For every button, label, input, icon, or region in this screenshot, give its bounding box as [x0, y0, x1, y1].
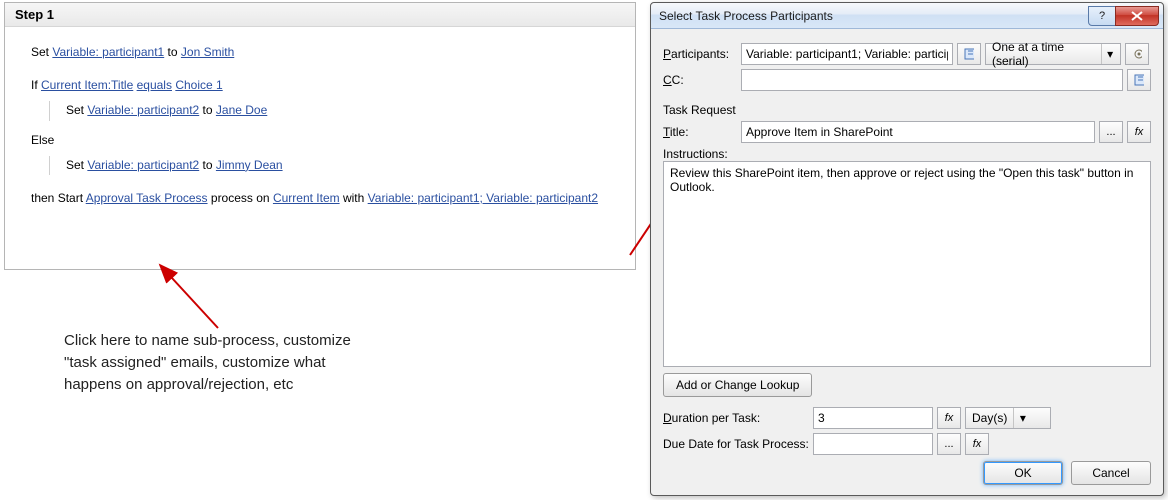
link-user-jane[interactable]: Jane Doe: [216, 103, 267, 117]
due-date-ellipsis-button[interactable]: ...: [937, 433, 961, 455]
step-title: Step 1: [5, 3, 635, 27]
link-user-jon[interactable]: Jon Smith: [181, 45, 234, 59]
dialog-title: Select Task Process Participants: [659, 9, 1089, 23]
annotation-line-1: Click here to name sub-process, customiz…: [64, 330, 404, 352]
dialog-footer: OK Cancel: [983, 461, 1151, 485]
set-keyword: Set: [66, 158, 84, 172]
step-body: Set Variable: participant1 to Jon Smith …: [5, 27, 635, 226]
title-fx-button[interactable]: fx: [1127, 121, 1151, 143]
duration-fx-button[interactable]: fx: [937, 407, 961, 429]
then-start-text: then Start: [31, 191, 83, 205]
link-user-jimmy[interactable]: Jimmy Dean: [216, 158, 283, 172]
label-cc: CC:: [663, 73, 741, 87]
ok-button[interactable]: OK: [983, 461, 1063, 485]
address-book-icon: [1134, 73, 1144, 87]
to-keyword: to: [203, 158, 213, 172]
participant-order-value: One at a time (serial): [992, 40, 1095, 68]
instructions-text: Review this SharePoint item, then approv…: [670, 166, 1133, 194]
condition-if[interactable]: If Current Item:Title equals Choice 1: [31, 76, 609, 95]
set-keyword: Set: [66, 103, 84, 117]
address-book-button[interactable]: [957, 43, 981, 65]
dialog-titlebar[interactable]: Select Task Process Participants ?: [651, 3, 1163, 29]
instructions-textarea[interactable]: Review this SharePoint item, then approv…: [663, 161, 1151, 367]
else-keyword-row[interactable]: Else: [31, 131, 609, 150]
row-add-lookup: Add or Change Lookup: [663, 373, 1151, 397]
annotation-line-2: "task assigned" emails, customize what: [64, 352, 404, 374]
workflow-step-panel: Step 1 Set Variable: participant1 to Jon…: [4, 2, 636, 270]
close-icon: [1131, 11, 1143, 21]
link-field-title[interactable]: Current Item:Title: [41, 78, 133, 92]
label-duration: Duration per Task:: [663, 411, 813, 425]
row-duration: Duration per Task: fx Day(s) ▾: [663, 407, 1151, 429]
action-set-p2-jane[interactable]: Set Variable: participant2 to Jane Doe: [66, 101, 609, 120]
label-instructions: Instructions:: [663, 147, 1151, 161]
link-current-item[interactable]: Current Item: [273, 191, 340, 205]
close-button[interactable]: [1115, 6, 1159, 26]
gear-icon: [1132, 47, 1142, 61]
help-button[interactable]: ?: [1088, 6, 1116, 26]
participant-order-dropdown[interactable]: One at a time (serial) ▾: [985, 43, 1121, 65]
link-var-p2-b[interactable]: Variable: participant2: [87, 158, 199, 172]
add-or-change-lookup-button[interactable]: Add or Change Lookup: [663, 373, 812, 397]
annotation-text: Click here to name sub-process, customiz…: [64, 330, 404, 395]
chevron-down-icon: ▾: [1101, 44, 1118, 64]
dialog-select-task-participants: Select Task Process Participants ? Parti…: [650, 2, 1164, 496]
duration-unit-value: Day(s): [972, 411, 1007, 425]
participants-options-button[interactable]: [1125, 43, 1149, 65]
duration-unit-dropdown[interactable]: Day(s) ▾: [965, 407, 1051, 429]
action-start-approval[interactable]: then Start Approval Task Process process…: [31, 189, 609, 208]
due-date-fx-button[interactable]: fx: [965, 433, 989, 455]
title-ellipsis-button[interactable]: ...: [1099, 121, 1123, 143]
link-operator-equals[interactable]: equals: [137, 78, 172, 92]
link-value-choice1[interactable]: Choice 1: [175, 78, 222, 92]
label-title: Title:: [663, 125, 741, 139]
action-set-p2-jimmy[interactable]: Set Variable: participant2 to Jimmy Dean: [66, 156, 609, 175]
row-participants: Participants: One at a time (serial) ▾: [663, 43, 1151, 65]
link-var-p1[interactable]: Variable: participant1: [52, 45, 164, 59]
to-keyword: to: [168, 45, 178, 59]
arrow-to-approval-link: [160, 265, 218, 328]
link-var-p2-a[interactable]: Variable: participant2: [87, 103, 199, 117]
action-set-p1[interactable]: Set Variable: participant1 to Jon Smith: [31, 43, 609, 62]
chevron-down-icon: ▾: [1013, 408, 1031, 428]
annotation-line-3: happens on approval/rejection, etc: [64, 374, 404, 396]
address-book-icon: [964, 47, 974, 61]
link-approval-process[interactable]: Approval Task Process: [86, 191, 208, 205]
window-buttons: ?: [1089, 6, 1159, 26]
if-branch: Set Variable: participant2 to Jane Doe: [49, 101, 609, 120]
process-on-text: process on: [211, 191, 270, 205]
cancel-button[interactable]: Cancel: [1071, 461, 1151, 485]
set-keyword: Set: [31, 45, 49, 59]
label-task-request: Task Request: [663, 103, 1151, 117]
cc-address-book-button[interactable]: [1127, 69, 1151, 91]
link-participants-combo[interactable]: Variable: participant1; Variable: partic…: [368, 191, 598, 205]
label-participants: Participants:: [663, 47, 741, 61]
cc-input[interactable]: [741, 69, 1123, 91]
participants-input[interactable]: [741, 43, 953, 65]
dialog-body: Participants: One at a time (serial) ▾ C…: [651, 29, 1163, 495]
title-input[interactable]: [741, 121, 1095, 143]
if-keyword: If: [31, 78, 38, 92]
row-due-date: Due Date for Task Process: ... fx: [663, 433, 1151, 455]
label-due-date: Due Date for Task Process:: [663, 437, 813, 451]
row-cc: CC:: [663, 69, 1151, 91]
to-keyword: to: [203, 103, 213, 117]
duration-input[interactable]: [813, 407, 933, 429]
due-date-input[interactable]: [813, 433, 933, 455]
row-title: Title: ... fx: [663, 121, 1151, 143]
else-branch: Set Variable: participant2 to Jimmy Dean: [49, 156, 609, 175]
with-text: with: [343, 191, 364, 205]
else-keyword: Else: [31, 133, 54, 147]
